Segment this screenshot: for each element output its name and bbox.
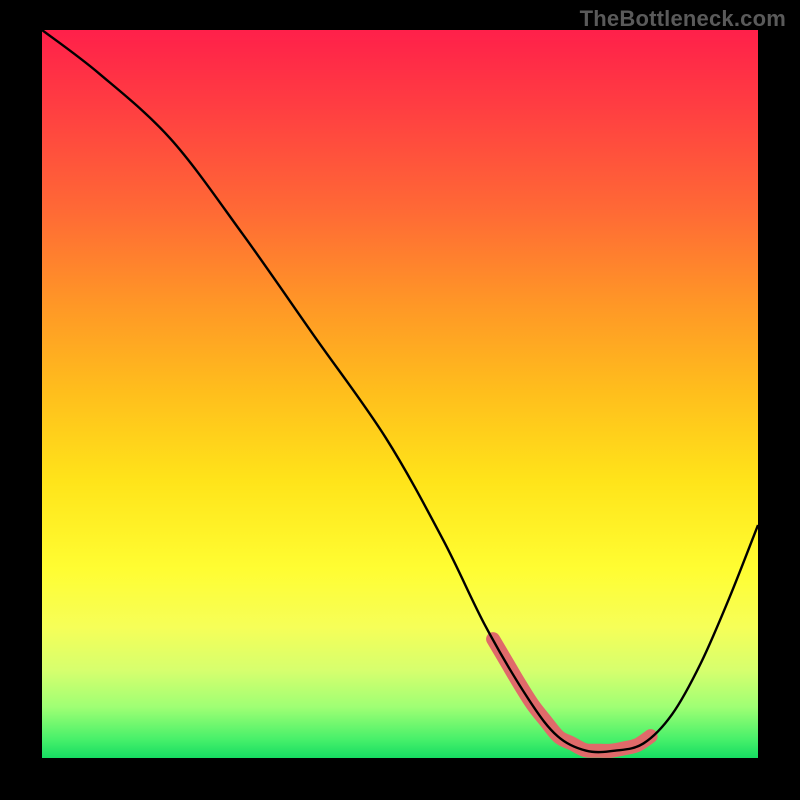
bottleneck-curve (42, 30, 758, 752)
highlight-band (493, 639, 651, 751)
curve-layer (42, 30, 758, 758)
watermark-text: TheBottleneck.com (580, 6, 786, 32)
chart-frame: TheBottleneck.com (0, 0, 800, 800)
plot-area (42, 30, 758, 758)
